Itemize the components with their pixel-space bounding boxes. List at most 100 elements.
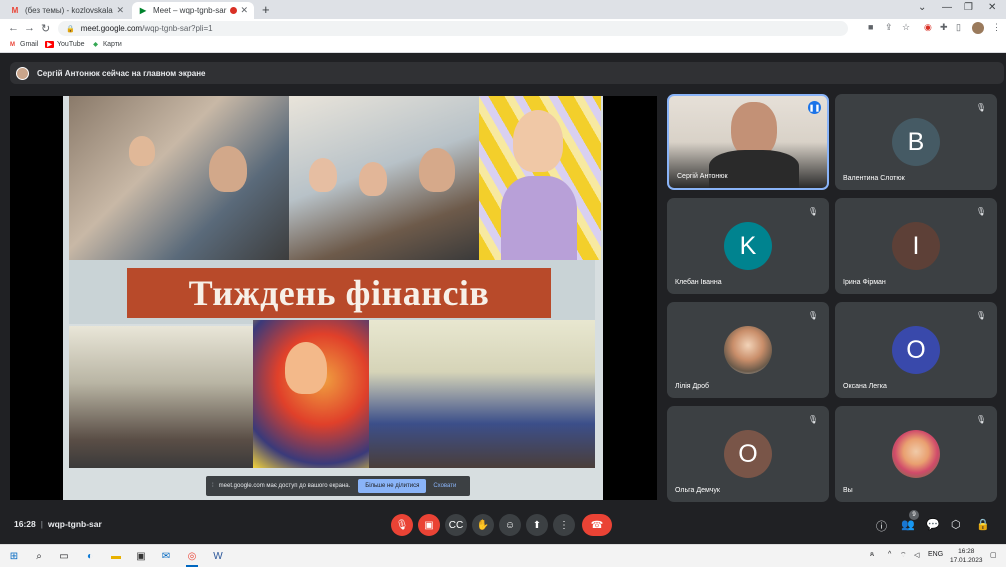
- bookmarks-bar: M Gmail ▶ YouTube ◆ Карти: [0, 38, 1006, 53]
- screen-share-notice: ⁞ meet.google.com має доступ до вашого е…: [206, 476, 470, 496]
- drag-handle-icon[interactable]: ⁞: [212, 483, 214, 489]
- tab-meet[interactable]: ▶ Meet – wqp-tgnb-sar ✕: [132, 2, 254, 19]
- back-icon[interactable]: ←: [8, 22, 19, 34]
- notifications-icon[interactable]: ▢: [990, 551, 997, 559]
- meeting-time: 16:28: [14, 519, 36, 529]
- task-view-icon[interactable]: ▭: [58, 550, 70, 562]
- host-controls-icon[interactable]: 🔒: [976, 518, 990, 531]
- url-input[interactable]: 🔒 meet.google.com/wqp-tgnb-sar?pli=1: [58, 21, 848, 36]
- speaking-indicator-icon: ❚❚: [808, 101, 821, 114]
- store-icon[interactable]: ▣: [135, 550, 147, 562]
- address-bar-row: ← → ↻ 🔒 meet.google.com/wqp-tgnb-sar?pli…: [0, 19, 1006, 38]
- forward-icon[interactable]: →: [24, 22, 35, 34]
- participant-tile[interactable]: 🎙 B Валентина Слотюк: [835, 94, 997, 190]
- stop-sharing-button[interactable]: Більше не ділитися: [358, 479, 427, 493]
- participant-tile[interactable]: 🎙 I Ірина Фірман: [835, 198, 997, 294]
- collage-photo-4: [69, 326, 253, 468]
- mail-icon[interactable]: ✉: [160, 550, 172, 562]
- participant-tile[interactable]: 🎙 Лілія Дроб: [667, 302, 829, 398]
- share-icon[interactable]: ⇪: [885, 22, 893, 33]
- more-options-button[interactable]: ⋮: [553, 514, 575, 536]
- avatar: [892, 430, 940, 478]
- maximize-button[interactable]: ❐: [964, 2, 973, 13]
- lock-icon: 🔒: [66, 25, 75, 33]
- present-button[interactable]: ⬆: [526, 514, 548, 536]
- hide-notice-button[interactable]: Сховати: [433, 483, 456, 489]
- close-tab-icon[interactable]: ✕: [240, 5, 248, 16]
- chrome-icon[interactable]: ◎: [186, 550, 198, 562]
- tab-gmail[interactable]: M (без темы) - kozlovskalarusa@g ✕: [4, 2, 130, 19]
- edge-icon[interactable]: ◐: [84, 550, 96, 562]
- minimize-button[interactable]: —: [942, 2, 952, 13]
- emoji-button[interactable]: ☺: [499, 514, 521, 536]
- system-clock[interactable]: 16:28 17.01.2023: [950, 547, 983, 565]
- collage-photo-5: [253, 320, 369, 468]
- avatar: [724, 326, 772, 374]
- tab-title: (без темы) - kozlovskalarusa@g: [25, 6, 113, 15]
- meeting-info: 16:28 | wqp-tgnb-sar: [14, 519, 102, 529]
- participant-name: Ольга Демчук: [675, 487, 720, 494]
- network-icon[interactable]: ⌔: [900, 551, 907, 560]
- bookmark-label: Gmail: [20, 41, 39, 48]
- slide-title: Тиждень фінансів: [188, 273, 490, 313]
- meeting-details-icon[interactable]: ⓘ: [876, 518, 887, 534]
- puzzle-icon[interactable]: ✚: [940, 22, 948, 33]
- presenter-avatar: [16, 66, 29, 80]
- close-tab-icon[interactable]: ✕: [116, 5, 124, 16]
- chat-icon[interactable]: 💬: [926, 518, 940, 531]
- sidebar-icon[interactable]: ▯: [956, 22, 961, 33]
- tab-search-icon[interactable]: ⌄: [918, 2, 926, 13]
- participant-tile[interactable]: ❚❚ Сергій Антонюк: [667, 94, 829, 190]
- participant-name: Сергій Антонюк: [677, 173, 728, 180]
- profile-avatar[interactable]: [972, 22, 984, 34]
- meet-app: Сергій Антонюк сейчас на главном экране …: [0, 54, 1006, 544]
- mic-off-icon: 🎙: [975, 206, 987, 216]
- windows-taskbar: ⊞ ⌕ ▭ ◐ ▬ ▣ ✉ ◎ W ጰ ^ ⌔ ◁ ENG 16:28 17.0…: [0, 544, 1006, 567]
- bookmark-youtube[interactable]: ▶ YouTube: [45, 41, 85, 48]
- raise-hand-button[interactable]: ✋: [472, 514, 494, 536]
- bookmark-star-icon[interactable]: ☆: [902, 22, 910, 33]
- participant-tile[interactable]: 🎙 O Оксана Легка: [835, 302, 997, 398]
- avatar: B: [892, 118, 940, 166]
- mic-off-button[interactable]: 🎙: [391, 514, 413, 536]
- bookmark-maps[interactable]: ◆ Карти: [91, 41, 122, 48]
- camera-icon[interactable]: ■: [868, 22, 873, 32]
- main-stage[interactable]: Тиждень фінансів ⁞ meet.google.com має д…: [10, 96, 657, 500]
- new-tab-button[interactable]: +: [262, 2, 270, 17]
- captions-button[interactable]: CC: [445, 514, 467, 536]
- participant-tile-self[interactable]: 🎙 Вы: [835, 406, 997, 502]
- meeting-code: wqp-tgnb-sar: [47, 519, 102, 529]
- mic-off-icon: 🎙: [975, 310, 987, 320]
- volume-icon[interactable]: ◁: [914, 551, 919, 559]
- menu-icon[interactable]: ⋮: [992, 22, 1001, 33]
- leave-call-button[interactable]: ☎: [582, 514, 612, 536]
- bookmark-gmail[interactable]: M Gmail: [8, 41, 38, 48]
- shared-slide: Тиждень фінансів: [63, 96, 603, 500]
- participant-name: Клебан Іванна: [675, 279, 722, 286]
- avatar: O: [892, 326, 940, 374]
- participant-tile[interactable]: 🎙 K Клебан Іванна: [667, 198, 829, 294]
- participant-name: Оксана Легка: [843, 383, 887, 390]
- start-icon[interactable]: ⊞: [8, 550, 20, 562]
- meet-icon: ▶: [139, 6, 147, 15]
- participant-name: Валентина Слотюк: [843, 175, 905, 182]
- url-path: /wqp-tgnb-sar?pli=1: [142, 24, 213, 33]
- close-window-button[interactable]: ✕: [988, 2, 996, 13]
- participant-tile[interactable]: 🎙 O Ольга Демчук: [667, 406, 829, 502]
- people-tray-icon[interactable]: ጰ: [870, 551, 874, 559]
- file-explorer-icon[interactable]: ▬: [110, 550, 122, 562]
- clock-time: 16:28: [958, 548, 975, 555]
- show-hidden-icons-icon[interactable]: ^: [888, 551, 891, 558]
- activities-icon[interactable]: ⬡: [951, 518, 961, 531]
- word-icon[interactable]: W: [212, 550, 224, 562]
- extension-icon[interactable]: ◉: [924, 22, 932, 33]
- browser-tab-bar: M (без темы) - kozlovskalarusa@g ✕ ▶ Mee…: [0, 0, 1006, 19]
- collage-photo-6: [369, 320, 595, 468]
- gmail-icon: M: [11, 6, 19, 15]
- reload-icon[interactable]: ↻: [41, 22, 50, 35]
- mic-off-icon: 🎙: [975, 414, 987, 424]
- language-indicator[interactable]: ENG: [928, 551, 943, 558]
- search-icon[interactable]: ⌕: [33, 550, 45, 562]
- tab-title: Meet – wqp-tgnb-sar: [153, 6, 227, 15]
- camera-off-button[interactable]: ▣: [418, 514, 440, 536]
